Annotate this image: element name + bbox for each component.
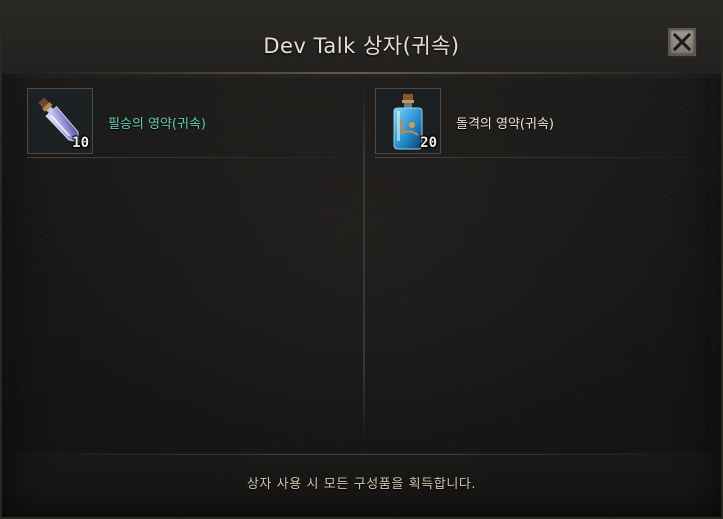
- column-divider: [363, 84, 365, 442]
- footer-info-text: 상자 사용 시 모든 구성품을 획득합니다.: [246, 477, 477, 492]
- list-item[interactable]: 10 필승의 영약(귀속): [27, 88, 353, 158]
- item-divider: [375, 157, 701, 158]
- box-contents-window: Dev Talk 상자(귀속) 10 필승의 영약(귀속) 20 돌격의 영약(…: [0, 0, 723, 519]
- title-bar: Dev Talk 상자(귀속): [2, 2, 721, 74]
- item-quantity: 20: [420, 135, 437, 151]
- footer-divider: [12, 454, 711, 455]
- item-slot[interactable]: 20: [375, 88, 441, 154]
- item-name: 필승의 영약(귀속): [108, 117, 206, 132]
- item-name: 돌격의 영약(귀속): [456, 117, 554, 132]
- close-button[interactable]: [668, 28, 696, 56]
- close-icon: [672, 32, 692, 52]
- title-divider: [32, 72, 691, 74]
- list-item[interactable]: 20 돌격의 영약(귀속): [375, 88, 701, 158]
- item-quantity: 10: [72, 135, 89, 151]
- window-title: Dev Talk 상자(귀속): [263, 34, 460, 58]
- item-divider: [27, 157, 353, 158]
- item-slot[interactable]: 10: [27, 88, 93, 154]
